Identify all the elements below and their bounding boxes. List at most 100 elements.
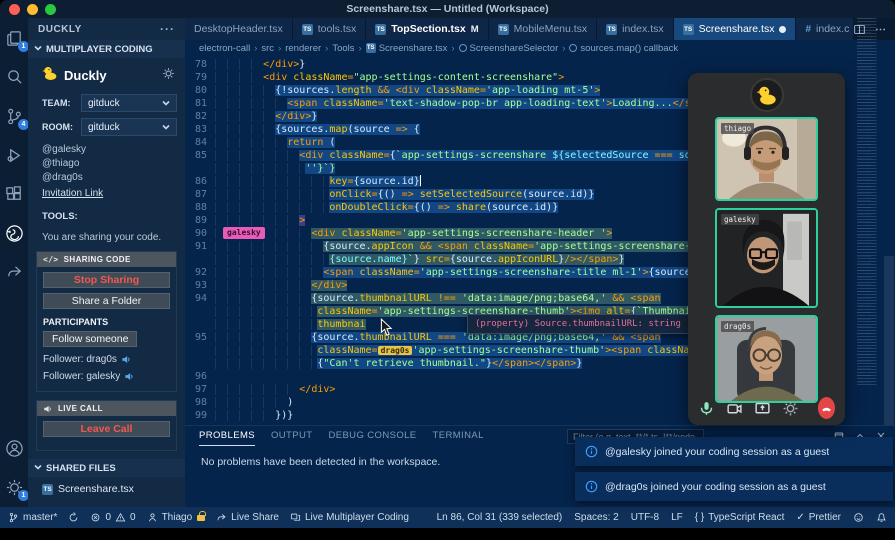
editor-tab-DesktopHeader.tsx[interactable]: DesktopHeader.tsx — [185, 18, 293, 40]
panel-tab-output[interactable]: OUTPUT — [271, 426, 312, 446]
mention-item[interactable]: @drag0s — [42, 171, 171, 185]
feedback-icon[interactable] — [853, 512, 864, 523]
call-settings-gear-icon[interactable] — [782, 400, 799, 417]
editor-tab-index.tsx[interactable]: TS index.tsx — [597, 18, 674, 40]
line-number[interactable]: 90 — [185, 227, 215, 240]
invitation-link[interactable]: Invitation Link — [28, 185, 185, 201]
line-number[interactable]: 84 — [185, 136, 215, 149]
breadcrumb-item[interactable]: src — [261, 43, 274, 54]
line-number[interactable]: 96 — [185, 370, 215, 383]
git-branch-item[interactable]: master* — [8, 512, 57, 523]
editor-tab-TopSection.tsx[interactable]: TS TopSection.tsx M — [366, 18, 489, 40]
share-folder-button[interactable]: Share a Folder — [43, 293, 170, 309]
search-icon[interactable] — [2, 65, 26, 89]
eol-item[interactable]: LF — [671, 512, 683, 523]
breadcrumb-item[interactable]: renderer — [285, 43, 321, 54]
leave-call-button[interactable]: Leave Call — [43, 421, 170, 437]
live-share-icon[interactable] — [2, 260, 26, 284]
formatter-item[interactable]: ✓ Prettier — [796, 512, 841, 523]
line-number[interactable] — [185, 253, 215, 266]
breadcrumb-item[interactable]: Tools — [332, 43, 354, 54]
duckly-settings-gear-icon[interactable] — [162, 67, 175, 85]
line-number[interactable] — [185, 318, 215, 331]
video-tile-galesky[interactable]: galesky — [715, 208, 818, 308]
account-icon[interactable] — [2, 436, 26, 460]
video-tile-drag0s[interactable]: drag0s — [715, 315, 818, 403]
line-number[interactable]: 79 — [185, 71, 215, 84]
live-share-item[interactable]: Live Share — [216, 512, 279, 523]
line-number[interactable] — [185, 357, 215, 370]
editor-scrollbar[interactable] — [883, 56, 895, 425]
panel-tab-terminal[interactable]: TERMINAL — [433, 426, 484, 446]
code-line-78[interactable]: 78 </div>} — [185, 58, 895, 71]
editor-tab-MobileMenu.tsx[interactable]: TS MobileMenu.tsx — [488, 18, 598, 40]
run-debug-icon[interactable] — [2, 143, 26, 167]
indentation-item[interactable]: Spaces: 2 — [574, 512, 618, 523]
editor-tab-index.c[interactable]: # index.c — [796, 18, 860, 40]
notification-toast[interactable]: @drag0s joined your coding session as a … — [575, 472, 893, 501]
line-number[interactable]: 99 — [185, 409, 215, 422]
line-number[interactable]: 87 — [185, 188, 215, 201]
video-tile-thiago[interactable]: thiago — [715, 117, 818, 201]
mention-item[interactable]: @thiago — [42, 157, 171, 171]
line-number[interactable]: 86 — [185, 175, 215, 188]
encoding-item[interactable]: UTF-8 — [631, 512, 659, 523]
panel-tab-debug-console[interactable]: DEBUG CONSOLE — [328, 426, 416, 446]
line-number[interactable] — [185, 305, 215, 318]
line-number[interactable]: 94 — [185, 292, 215, 305]
room-select[interactable]: gitduck — [81, 118, 177, 136]
extensions-icon[interactable] — [2, 182, 26, 206]
line-number[interactable]: 78 — [185, 58, 215, 71]
editor-tab-tools.tsx[interactable]: TS tools.tsx — [292, 18, 367, 40]
speaker-icon[interactable] — [121, 354, 132, 365]
line-number[interactable]: 83 — [185, 123, 215, 136]
source-control-icon[interactable]: 4 — [2, 104, 29, 130]
stop-sharing-button[interactable]: Stop Sharing — [43, 272, 170, 288]
problems-item[interactable]: 0 0 — [90, 512, 136, 523]
team-select[interactable]: gitduck — [81, 94, 177, 112]
end-call-button[interactable] — [818, 397, 835, 419]
line-number[interactable]: 98 — [185, 396, 215, 409]
language-item[interactable]: { } TypeScript React — [695, 512, 785, 523]
line-number[interactable]: 81 — [185, 97, 215, 110]
editor-tab-Screenshare.tsx[interactable]: TS Screenshare.tsx — [673, 18, 797, 40]
line-number[interactable]: 91 — [185, 240, 215, 253]
notification-toast[interactable]: @galesky joined your coding session as a… — [575, 437, 893, 466]
follow-someone-button[interactable]: Follow someone — [43, 331, 138, 347]
breadcrumb-item[interactable]: electron-call — [199, 43, 250, 54]
line-number[interactable]: 82 — [185, 110, 215, 123]
camera-icon[interactable] — [726, 400, 743, 417]
line-number[interactable]: 93 — [185, 279, 215, 292]
settings-gear-icon[interactable]: 1 — [2, 475, 29, 501]
line-number[interactable]: 97 — [185, 383, 215, 396]
speaker-icon[interactable] — [124, 371, 135, 382]
scrollbar-thumb[interactable] — [884, 256, 894, 425]
user-session-item[interactable]: Thiago — [147, 510, 206, 523]
explorer-icon[interactable]: 1 — [2, 26, 29, 52]
microphone-icon[interactable] — [698, 400, 715, 417]
duckly-icon[interactable] — [2, 221, 26, 245]
line-number[interactable] — [185, 344, 215, 357]
shared-file-item[interactable]: TS Screenshare.tsx — [28, 477, 185, 501]
section-multiplayer-coding[interactable]: MULTIPLAYER CODING — [28, 40, 185, 58]
live-multiplayer-item[interactable]: Live Multiplayer Coding — [290, 512, 409, 523]
line-number[interactable]: 95 — [185, 331, 215, 344]
line-number[interactable]: 92 — [185, 266, 215, 279]
cursor-position-item[interactable]: Ln 86, Col 31 (339 selected) — [437, 512, 563, 523]
breadcrumb-item[interactable]: sources.map() callback — [569, 43, 678, 54]
panel-tab-problems[interactable]: PROBLEMS — [199, 426, 255, 446]
line-number[interactable]: 89 — [185, 214, 215, 227]
section-shared-files[interactable]: SHARED FILES — [28, 459, 185, 477]
line-number[interactable]: 80 — [185, 84, 215, 97]
more-actions-icon[interactable]: ··· — [160, 22, 175, 36]
mention-item[interactable]: @galesky — [42, 143, 171, 157]
breadcrumb-item[interactable]: TS Screenshare.tsx — [365, 43, 447, 54]
line-number[interactable] — [185, 162, 215, 175]
sync-item[interactable] — [68, 512, 79, 523]
notifications-bell-icon[interactable] — [876, 512, 887, 523]
breadcrumb-item[interactable]: ScreenshareSelector — [458, 43, 558, 54]
screen-share-icon[interactable] — [754, 400, 771, 417]
minimap[interactable] — [857, 18, 883, 387]
line-number[interactable]: 85 — [185, 149, 215, 162]
line-number[interactable]: 88 — [185, 201, 215, 214]
